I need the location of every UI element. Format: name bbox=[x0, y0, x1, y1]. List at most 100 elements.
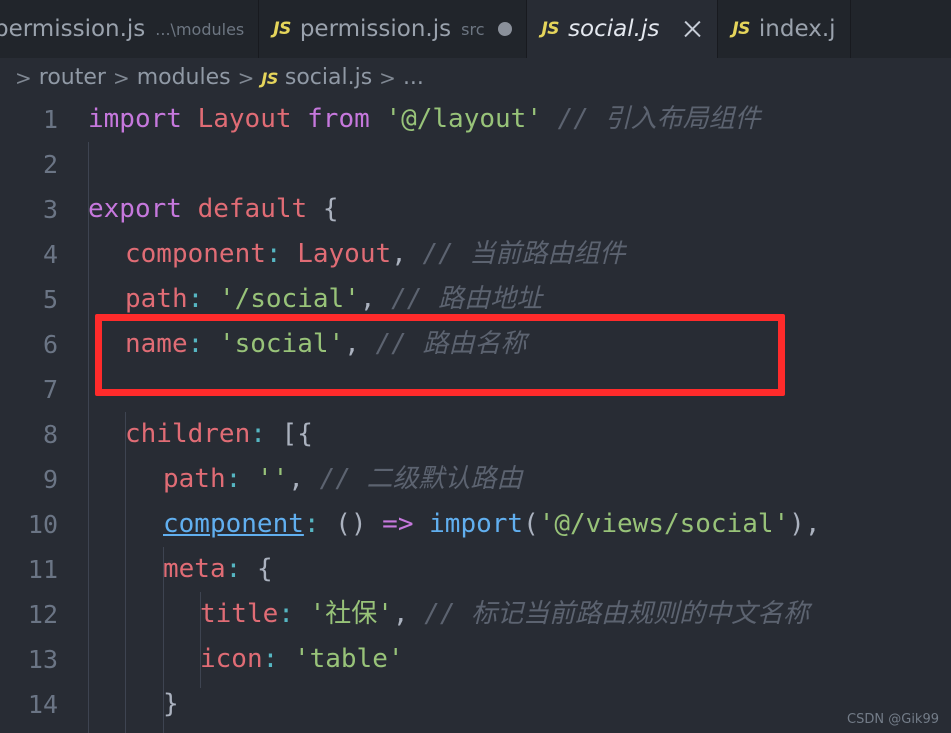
tab-path: src bbox=[461, 19, 485, 39]
token-colon: : bbox=[278, 599, 294, 629]
token-string: '/social' bbox=[218, 284, 360, 314]
token-colon: : bbox=[225, 464, 242, 494]
vscode-window: permission.js ...\modules JS permission.… bbox=[0, 0, 951, 733]
code-content: name: 'social', // 路由名称 bbox=[125, 322, 526, 367]
editor-tab-bar: permission.js ...\modules JS permission.… bbox=[0, 0, 951, 58]
code-content: component: Layout, // 当前路由组件 bbox=[125, 232, 625, 277]
chevron-right-icon: > bbox=[112, 65, 130, 90]
line-number: 4 bbox=[42, 240, 58, 269]
line-number: 6 bbox=[42, 330, 58, 359]
token-link-component[interactable]: component bbox=[163, 509, 304, 539]
tab-permission-js-src[interactable]: JS permission.js src bbox=[259, 0, 528, 58]
line-number: 8 bbox=[42, 420, 58, 449]
code-line-5: 5 path: '/social', // 路由地址 bbox=[0, 277, 951, 322]
token-punctuation: () bbox=[335, 509, 367, 539]
token-property: title bbox=[200, 599, 279, 629]
token-property: meta bbox=[163, 554, 226, 584]
line-number: 3 bbox=[42, 195, 58, 224]
token-string: '@/views/social' bbox=[538, 509, 790, 539]
token-punctuation: [{ bbox=[281, 419, 313, 449]
tab-social-js[interactable]: JS social.js bbox=[527, 0, 719, 58]
code-line-11: 11 meta: { bbox=[0, 547, 951, 592]
token-property: name bbox=[125, 329, 188, 359]
token-comment: // 当前路由组件 bbox=[422, 239, 626, 269]
code-content: icon: 'table' bbox=[200, 637, 404, 682]
token-colon: : bbox=[250, 419, 266, 449]
token-punctuation: , bbox=[392, 599, 409, 629]
token-punctuation: { bbox=[256, 554, 273, 584]
breadcrumb-item-social-js[interactable]: JS social.js bbox=[261, 65, 372, 90]
js-file-icon: JS bbox=[732, 19, 750, 39]
code-editor[interactable]: 1 import Layout from '@/layout' // 引入布局组… bbox=[0, 97, 951, 733]
token-punctuation: , bbox=[804, 509, 821, 539]
token-function: import bbox=[429, 509, 524, 539]
token-comment: // 路由名称 bbox=[375, 329, 527, 359]
code-line-12: 12 title: '社保', // 标记当前路由规则的中文名称 bbox=[0, 592, 951, 637]
token-colon: : bbox=[225, 554, 242, 584]
tab-permission-js-modules[interactable]: permission.js ...\modules bbox=[0, 0, 260, 58]
code-line-10: 10 component: () => import('@/views/soci… bbox=[0, 502, 951, 547]
close-icon[interactable] bbox=[681, 18, 703, 40]
chevron-right-icon: > bbox=[15, 65, 32, 90]
breadcrumb-item-modules[interactable]: modules bbox=[137, 65, 231, 90]
code-line-3: 3 export default { bbox=[0, 187, 951, 232]
token-colon: : bbox=[303, 509, 320, 539]
code-content: } bbox=[163, 682, 179, 727]
line-number: 5 bbox=[42, 285, 58, 314]
tab-label: permission.js bbox=[0, 16, 146, 42]
token-comment: // 路由地址 bbox=[391, 284, 543, 314]
token-comment: // 引入布局组件 bbox=[557, 104, 761, 134]
line-number: 11 bbox=[27, 555, 58, 584]
watermark: CSDN @Gik99 bbox=[847, 712, 939, 727]
token-property: children bbox=[125, 419, 251, 449]
code-line-1: 1 import Layout from '@/layout' // 引入布局组… bbox=[0, 97, 951, 142]
token-identifier: Layout bbox=[297, 239, 392, 269]
js-file-icon: JS bbox=[541, 19, 560, 39]
token-string: 'table' bbox=[293, 644, 404, 674]
code-line-7: 7 bbox=[0, 367, 951, 412]
line-number: 13 bbox=[27, 645, 58, 674]
tab-label: permission.js bbox=[299, 16, 452, 42]
token-colon: : bbox=[187, 329, 204, 359]
js-file-icon: JS bbox=[273, 19, 291, 39]
tab-path: ...\modules bbox=[155, 19, 245, 39]
tab-index-js[interactable]: JS index.j bbox=[718, 0, 851, 58]
line-number: 9 bbox=[42, 465, 58, 494]
breadcrumb-item-overflow[interactable]: ... bbox=[403, 65, 424, 90]
chevron-right-icon: > bbox=[379, 65, 396, 90]
unsaved-dot-icon[interactable] bbox=[498, 22, 513, 36]
code-line-2: 2 bbox=[0, 142, 951, 187]
code-content: component: () => import('@/views/social'… bbox=[163, 502, 820, 547]
code-line-13: 13 icon: 'table' bbox=[0, 637, 951, 682]
token-punctuation: , bbox=[359, 284, 376, 314]
token-comment: // 二级默认路由 bbox=[319, 464, 523, 494]
token-keyword: default bbox=[197, 194, 308, 224]
tab-label: index.j bbox=[758, 16, 836, 42]
line-number: 2 bbox=[42, 150, 58, 179]
code-content: title: '社保', // 标记当前路由规则的中文名称 bbox=[200, 592, 809, 637]
breadcrumb-item-router[interactable]: router bbox=[39, 65, 106, 90]
line-number: 12 bbox=[27, 600, 58, 629]
token-string: '@/layout' bbox=[385, 104, 542, 134]
code-line-6: 6 name: 'social', // 路由名称 bbox=[0, 322, 951, 367]
code-line-4: 4 component: Layout, // 当前路由组件 bbox=[0, 232, 951, 277]
token-keyword: from bbox=[307, 104, 370, 134]
token-colon: : bbox=[265, 239, 282, 269]
token-punctuation: , bbox=[391, 239, 407, 269]
token-string: '社保' bbox=[309, 599, 393, 629]
token-punctuation: ( bbox=[523, 509, 539, 539]
code-content: children: [{ bbox=[125, 412, 313, 457]
